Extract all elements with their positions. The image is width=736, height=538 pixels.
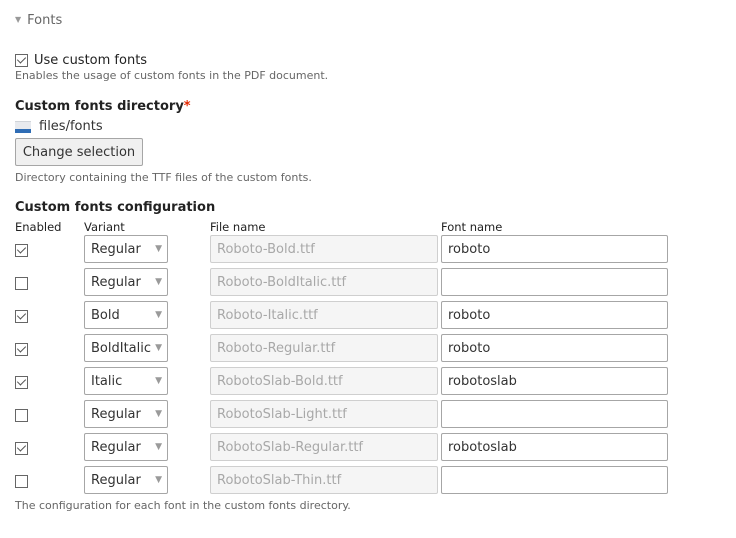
- folder-icon: [15, 120, 31, 133]
- variant-value: Bold: [91, 307, 120, 323]
- change-selection-button[interactable]: Change selection: [15, 138, 143, 166]
- variant-select[interactable]: Regular ▼: [84, 268, 168, 296]
- table-row: Regular ▼ RobotoSlab-Light.ttf: [0, 400, 736, 430]
- enabled-checkbox[interactable]: [15, 475, 28, 488]
- file-name-field: RobotoSlab-Light.ttf: [210, 400, 438, 428]
- use-custom-fonts-label[interactable]: Use custom fonts: [34, 53, 147, 68]
- variant-value: Regular: [91, 472, 141, 488]
- table-row: Bold ▼ Roboto-Italic.ttf: [0, 301, 736, 331]
- variant-value: Regular: [91, 406, 141, 422]
- variant-select[interactable]: Bold ▼: [84, 301, 168, 329]
- table-row: Regular ▼ RobotoSlab-Regular.ttf: [0, 433, 736, 463]
- variant-value: Italic: [91, 373, 123, 389]
- enabled-checkbox[interactable]: [15, 409, 28, 422]
- variant-select[interactable]: Regular ▼: [84, 433, 168, 461]
- custom-fonts-directory-label: Custom fonts directory*: [15, 99, 191, 114]
- header-font-name: Font name: [441, 220, 503, 234]
- triangle-down-icon: ▼: [155, 343, 162, 353]
- triangle-down-icon: ▼: [155, 409, 162, 419]
- directory-value: files/fonts: [15, 119, 103, 134]
- file-name-field: Roboto-Italic.ttf: [210, 301, 438, 329]
- font-name-input[interactable]: [441, 301, 668, 329]
- triangle-down-icon: ▼: [15, 15, 22, 24]
- use-custom-fonts-field: Use custom fonts: [15, 53, 147, 68]
- table-row: Regular ▼ Roboto-Bold.ttf: [0, 235, 736, 265]
- file-name-field: RobotoSlab-Thin.ttf: [210, 466, 438, 494]
- enabled-checkbox[interactable]: [15, 310, 28, 323]
- file-name-field: RobotoSlab-Regular.ttf: [210, 433, 438, 461]
- file-name-field: RobotoSlab-Bold.ttf: [210, 367, 438, 395]
- variant-select[interactable]: Italic ▼: [84, 367, 168, 395]
- file-name-field: Roboto-Regular.ttf: [210, 334, 438, 362]
- font-name-input[interactable]: [441, 235, 668, 263]
- enabled-checkbox[interactable]: [15, 376, 28, 389]
- variant-value: BoldItalic: [91, 340, 152, 356]
- configuration-label: Custom fonts configuration: [15, 200, 216, 215]
- font-name-input[interactable]: [441, 268, 668, 296]
- table-row: Regular ▼ RobotoSlab-Thin.ttf: [0, 466, 736, 496]
- variant-value: Regular: [91, 274, 141, 290]
- fonts-section-toggle[interactable]: ▼ Fonts: [15, 13, 62, 28]
- triangle-down-icon: ▼: [155, 277, 162, 287]
- variant-value: Regular: [91, 439, 141, 455]
- directory-path: files/fonts: [39, 119, 103, 134]
- header-variant: Variant: [84, 220, 125, 234]
- triangle-down-icon: ▼: [155, 475, 162, 485]
- variant-select[interactable]: BoldItalic ▼: [84, 334, 168, 362]
- enabled-checkbox[interactable]: [15, 277, 28, 290]
- use-custom-fonts-checkbox[interactable]: [15, 54, 28, 67]
- section-title: Fonts: [27, 13, 63, 28]
- required-marker: *: [183, 99, 191, 114]
- enabled-checkbox[interactable]: [15, 244, 28, 257]
- use-custom-fonts-description: Enables the usage of custom fonts in the…: [15, 69, 329, 82]
- table-row: Italic ▼ RobotoSlab-Bold.ttf: [0, 367, 736, 397]
- font-name-input[interactable]: [441, 367, 668, 395]
- font-name-input[interactable]: [441, 400, 668, 428]
- variant-select[interactable]: Regular ▼: [84, 400, 168, 428]
- header-file-name: File name: [210, 220, 266, 234]
- enabled-checkbox[interactable]: [15, 343, 28, 356]
- triangle-down-icon: ▼: [155, 310, 162, 320]
- table-row: Regular ▼ Roboto-BoldItalic.ttf: [0, 268, 736, 298]
- triangle-down-icon: ▼: [155, 376, 162, 386]
- font-name-input[interactable]: [441, 433, 668, 461]
- table-row: BoldItalic ▼ Roboto-Regular.ttf: [0, 334, 736, 364]
- triangle-down-icon: ▼: [155, 244, 162, 254]
- font-name-input[interactable]: [441, 466, 668, 494]
- triangle-down-icon: ▼: [155, 442, 162, 452]
- file-name-field: Roboto-BoldItalic.ttf: [210, 268, 438, 296]
- variant-value: Regular: [91, 241, 141, 257]
- header-enabled: Enabled: [15, 220, 62, 234]
- directory-description: Directory containing the TTF files of th…: [15, 171, 312, 184]
- file-name-field: Roboto-Bold.ttf: [210, 235, 438, 263]
- custom-fonts-directory-label-text: Custom fonts directory: [15, 99, 184, 114]
- font-name-input[interactable]: [441, 334, 668, 362]
- enabled-checkbox[interactable]: [15, 442, 28, 455]
- configuration-description: The configuration for each font in the c…: [15, 499, 351, 512]
- variant-select[interactable]: Regular ▼: [84, 466, 168, 494]
- variant-select[interactable]: Regular ▼: [84, 235, 168, 263]
